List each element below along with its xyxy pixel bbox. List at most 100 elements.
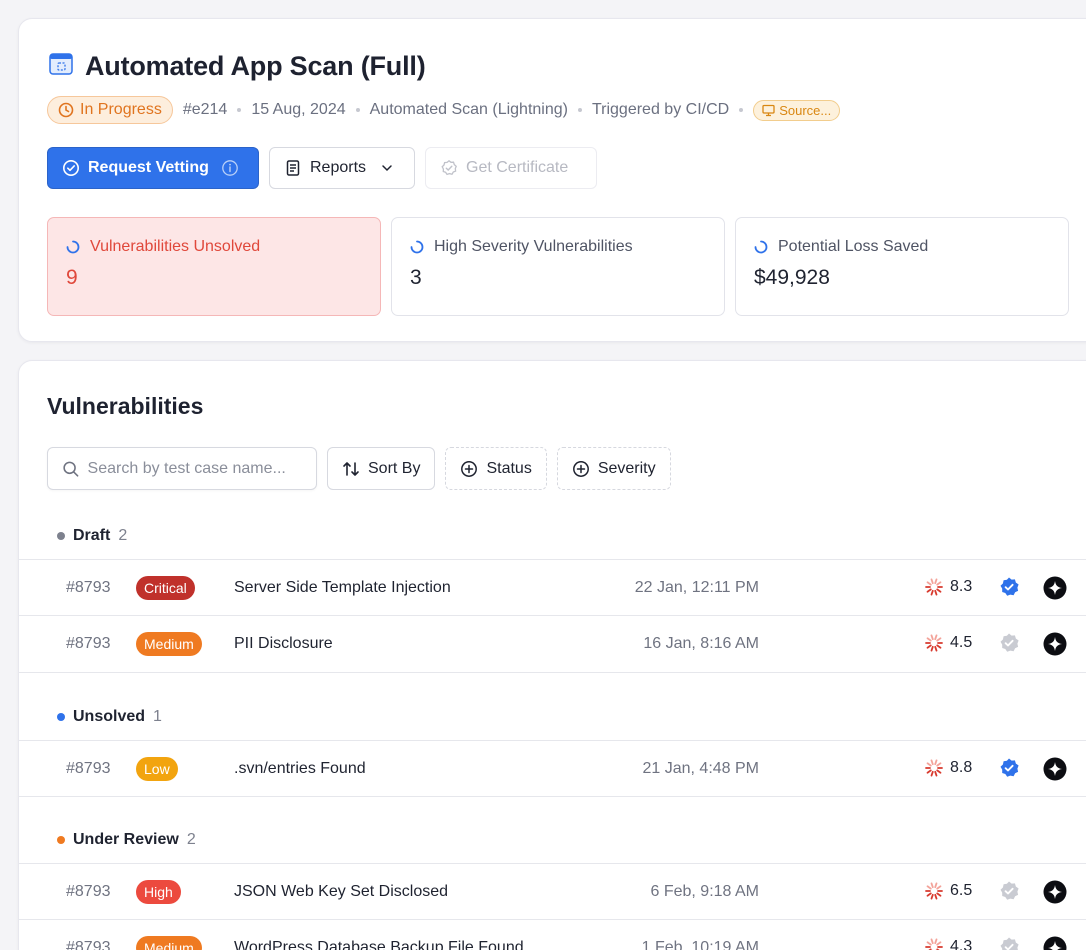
get-certificate-label: Get Certificate (466, 159, 569, 176)
unverified-badge-icon[interactable] (997, 632, 1021, 661)
score-value: 8.8 (950, 759, 973, 776)
severity-badge: Low (136, 757, 178, 781)
reports-dropdown-button[interactable]: Reports (269, 147, 415, 189)
severity-gauge-icon (924, 758, 944, 778)
vulnerability-id: #8793 (66, 760, 111, 777)
severity-badge: Critical (136, 576, 195, 600)
vulnerability-name[interactable]: WordPress Database Backup File Found (234, 939, 524, 950)
unverified-badge-icon[interactable] (997, 880, 1021, 909)
group-header-draft[interactable]: Draft 2 (57, 527, 127, 545)
group-header-under-review[interactable]: Under Review 2 (57, 831, 196, 849)
info-icon[interactable] (221, 159, 239, 177)
clock-icon (58, 102, 74, 118)
score-value: 4.3 (950, 938, 973, 950)
group-status-dot (57, 713, 65, 721)
plus-circle-icon (572, 460, 589, 477)
source-badge[interactable]: Source... (753, 99, 841, 121)
group-name: Draft (73, 527, 111, 544)
vulnerability-date: 22 Jan, 12:11 PM (634, 579, 759, 596)
status-badge: In Progress (47, 96, 173, 124)
stat-vulnerabilities-unsolved[interactable]: Vulnerabilities Unsolved 9 (47, 217, 381, 316)
group-header-unsolved[interactable]: Unsolved 1 (57, 708, 162, 726)
scan-trigger: Triggered by CI/CD (591, 101, 730, 118)
status-filter-button[interactable]: Status (445, 447, 547, 490)
cvss-score: 8.8 (924, 758, 972, 778)
stat-high-severity[interactable]: High Severity Vulnerabilities 3 (391, 217, 725, 316)
ai-sparkle-icon[interactable] (1043, 936, 1067, 950)
group-count: 2 (186, 831, 196, 848)
table-row[interactable]: #8793 Medium PII Disclosure 16 Jan, 8:16 AM… (19, 616, 1086, 673)
severity-filter-label: Severity (597, 459, 656, 477)
ai-sparkle-icon[interactable] (1043, 880, 1067, 909)
scan-meta: In Progress #e214 15 Aug, 2024 Automated… (47, 96, 841, 124)
sort-arrows-icon (343, 461, 359, 476)
filter-toolbar: Sort By Status Severity (47, 447, 671, 490)
loading-spinner-icon (66, 240, 80, 254)
search-icon (63, 461, 79, 477)
report-icon (286, 160, 300, 176)
severity-gauge-icon (924, 577, 944, 597)
vulnerability-date: 6 Feb, 9:18 AM (650, 883, 759, 900)
vulnerability-name[interactable]: JSON Web Key Set Disclosed (234, 883, 448, 901)
monitor-icon (762, 104, 775, 116)
vulnerability-id: #8793 (66, 579, 111, 596)
request-vetting-button[interactable]: Request Vetting (47, 147, 259, 189)
stats-row: Vulnerabilities Unsolved 9 High Severity… (47, 217, 1069, 316)
group-count: 1 (153, 708, 162, 725)
ai-sparkle-icon[interactable] (1043, 576, 1067, 605)
verified-badge-icon[interactable] (997, 757, 1021, 786)
group-name: Unsolved (73, 708, 146, 725)
ai-sparkle-icon[interactable] (1043, 757, 1067, 786)
severity-badge: Medium (136, 936, 202, 950)
cvss-score: 8.3 (924, 577, 972, 597)
severity-gauge-icon (924, 633, 944, 653)
scan-date: 15 Aug, 2024 (251, 101, 346, 118)
severity-gauge-icon (924, 937, 944, 950)
severity-filter-button[interactable]: Severity (556, 447, 671, 490)
section-title: Vulnerabilities (47, 393, 204, 419)
separator (237, 108, 242, 112)
app-window-icon (49, 51, 75, 82)
title-row: Automated App Scan (Full) (49, 51, 426, 82)
scan-summary-card: Automated App Scan (Full) In Progress #e… (18, 18, 1086, 342)
group-name: Under Review (73, 831, 179, 848)
unverified-badge-icon[interactable] (997, 936, 1021, 950)
reports-label: Reports (310, 159, 367, 176)
loading-spinner-icon (410, 240, 424, 254)
vulnerability-name[interactable]: .svn/entries Found (234, 760, 366, 778)
scan-id: #e214 (182, 101, 228, 118)
table-row[interactable]: #8793 Medium WordPress Database Backup Fil… (19, 920, 1086, 950)
page-title: Automated App Scan (Full) (85, 51, 426, 81)
cvss-score: 6.5 (924, 881, 972, 901)
ai-sparkle-icon[interactable] (1043, 632, 1067, 661)
cvss-score: 4.3 (924, 937, 972, 950)
vulnerability-name[interactable]: Server Side Template Injection (234, 579, 451, 597)
stat-potential-loss-saved[interactable]: Potential Loss Saved $49,928 (735, 217, 1069, 316)
stat-value: $49,928 (754, 266, 830, 289)
stat-label: High Severity Vulnerabilities (434, 238, 633, 255)
chevron-down-icon (382, 165, 392, 172)
action-buttons: Request Vetting Reports Get Certificate (47, 147, 597, 189)
verified-badge-icon[interactable] (997, 576, 1021, 605)
vulnerability-id: #8793 (66, 883, 111, 900)
get-certificate-button[interactable]: Get Certificate (425, 147, 597, 189)
separator (739, 108, 744, 112)
table-row[interactable]: #8793 Low .svn/entries Found 21 Jan, 4:48 P… (19, 740, 1086, 797)
source-text: Source... (779, 102, 832, 118)
cvss-score: 4.5 (924, 633, 972, 653)
separator (577, 108, 582, 112)
vulnerability-date: 16 Jan, 8:16 AM (643, 635, 759, 652)
check-circle-icon (63, 160, 79, 176)
table-row[interactable]: #8793 High JSON Web Key Set Disclosed 6 Feb… (19, 863, 1086, 920)
group-status-dot (57, 532, 65, 540)
vulnerability-name[interactable]: PII Disclosure (234, 635, 333, 653)
loading-spinner-icon (754, 240, 768, 254)
sort-by-button[interactable]: Sort By (327, 447, 436, 490)
stat-value: 9 (66, 266, 78, 289)
score-value: 8.3 (950, 578, 973, 595)
scan-type: Automated Scan (Lightning) (369, 101, 568, 118)
search-input[interactable] (87, 459, 302, 478)
vulnerability-id: #8793 (66, 939, 111, 950)
table-row[interactable]: #8793 Critical Server Side Template Inject… (19, 559, 1086, 616)
group-count: 2 (118, 527, 128, 544)
